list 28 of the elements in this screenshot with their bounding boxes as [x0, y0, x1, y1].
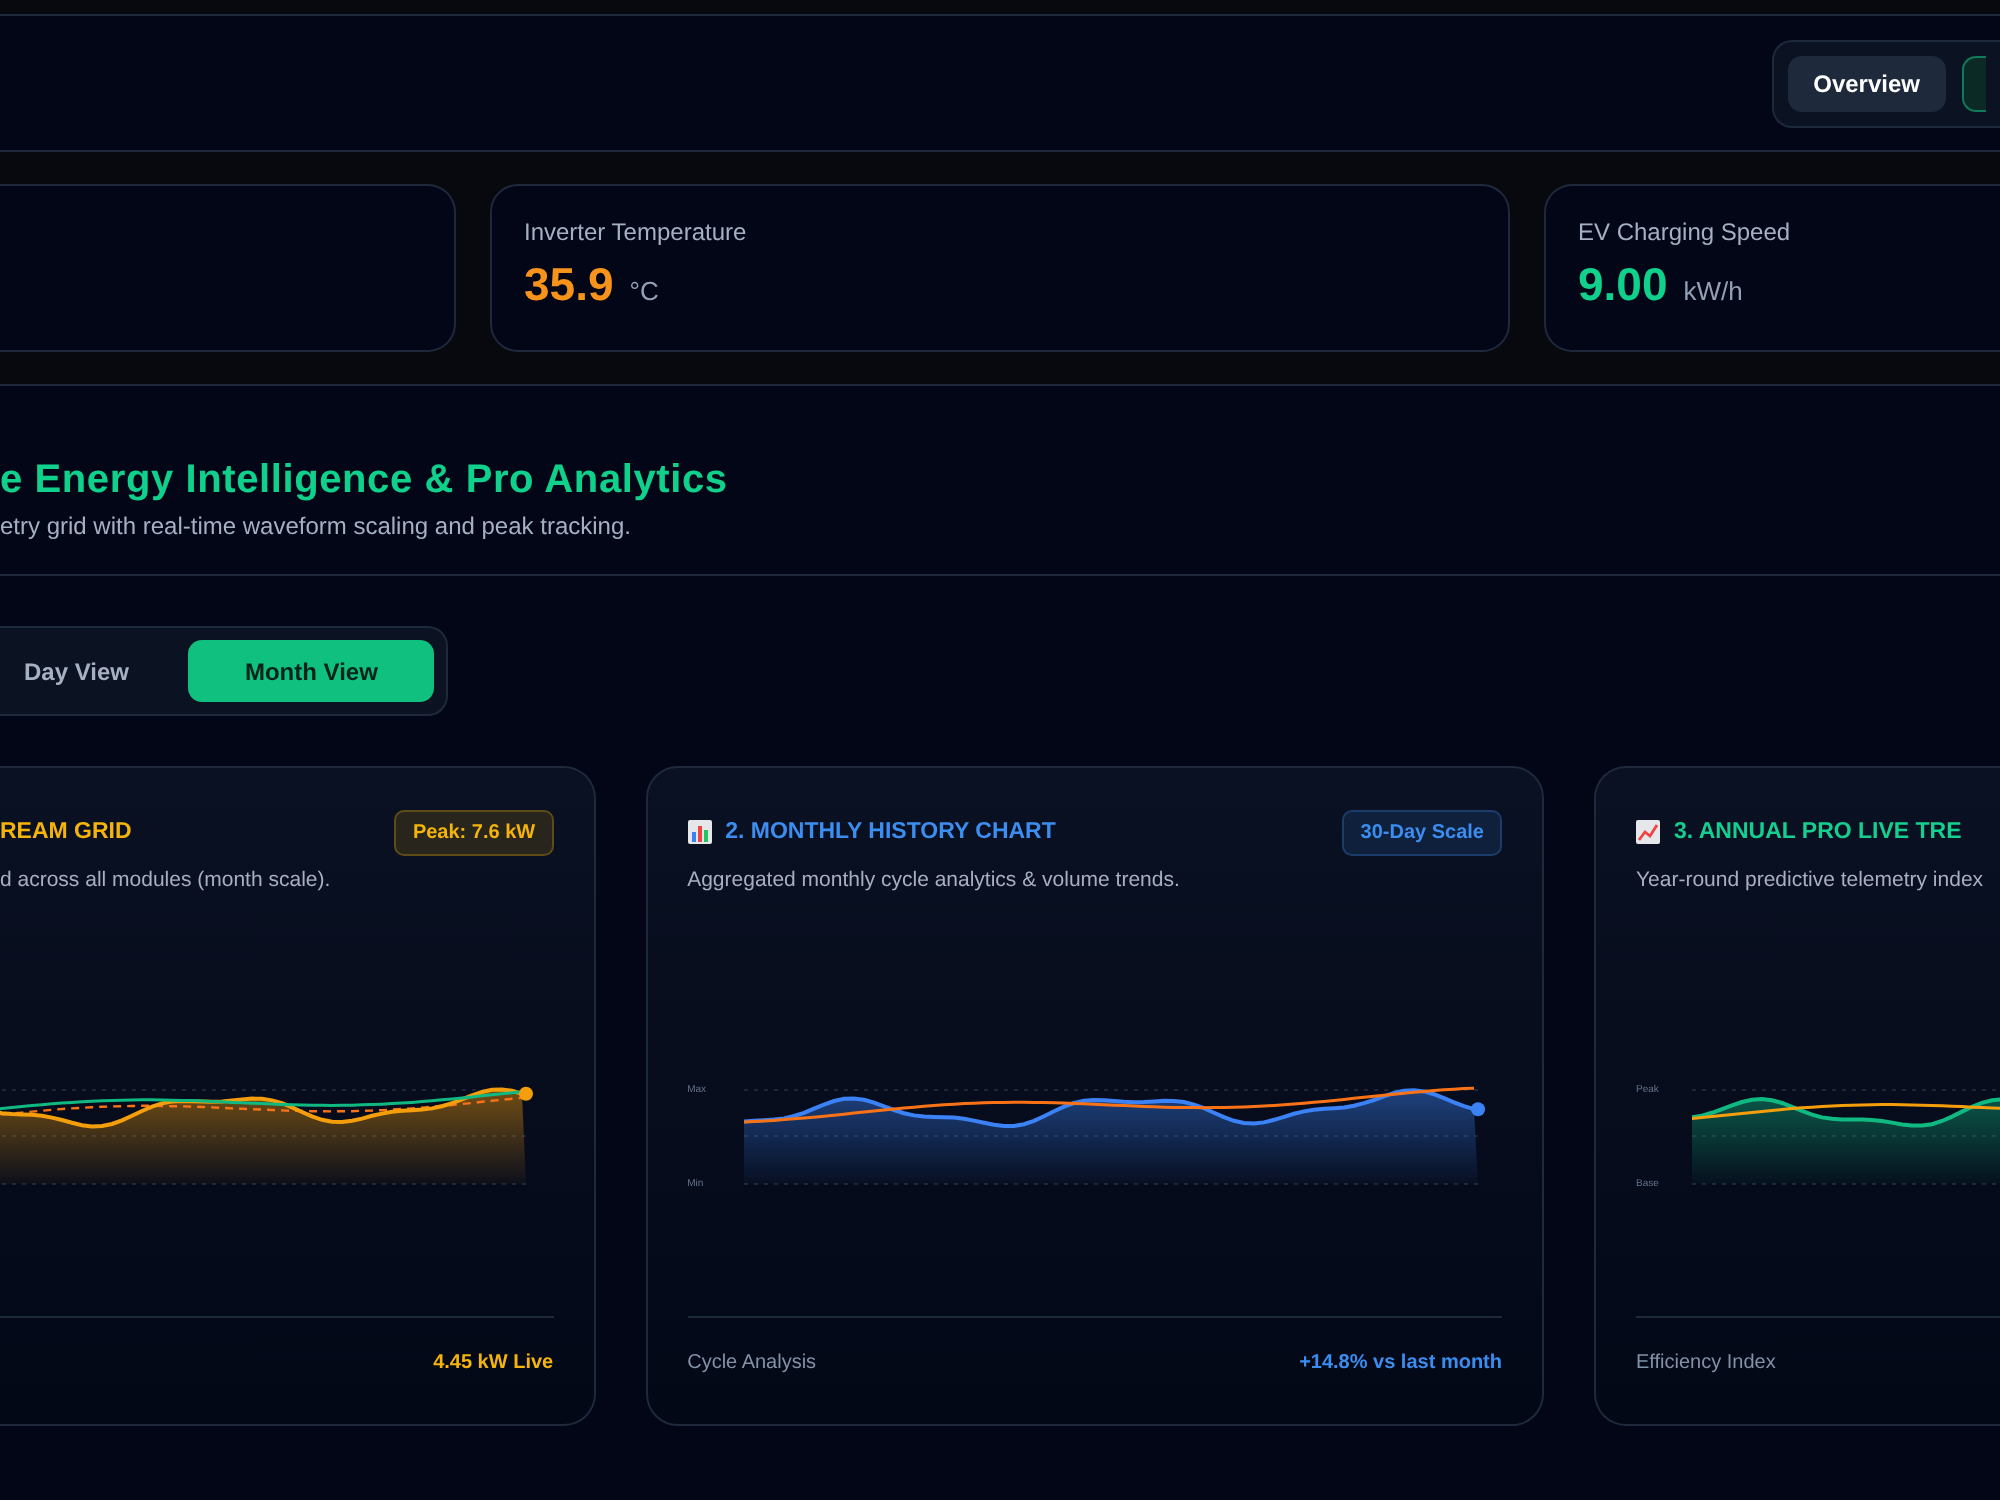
scale-badge: 30-Day Scale: [1342, 809, 1502, 855]
footer-label: Cycle Analysis: [687, 1351, 817, 1373]
end-point-marker: [519, 1086, 533, 1101]
footer-stat: +14.8% vs last month: [1299, 1351, 1502, 1373]
footer-label: Efficiency Index: [1636, 1351, 1776, 1373]
metric-label: Inverter Temperature: [524, 218, 749, 246]
line-chart-icon: [1636, 820, 1660, 844]
view-button[interactable]: Day View: [24, 640, 173, 702]
metric-value: 35.9: [524, 258, 614, 312]
tab[interactable]: Overview: [1787, 55, 1946, 111]
end-point-marker: [1470, 1102, 1485, 1117]
card-description: Year-round predictive telemetry index: [1636, 868, 1986, 892]
bar-chart-icon: [687, 820, 712, 844]
scale-badge: Peak: 7.6 kW: [394, 809, 554, 855]
metric-unit: kW/h: [1683, 276, 1743, 306]
view-button[interactable]: Month View: [188, 640, 434, 702]
metric-label: EV Charging Speed: [1578, 218, 1793, 246]
card-title: 3. ANNUAL PRO LIVE TRE: [1674, 820, 1962, 844]
card-title: REAM GRID: [0, 820, 132, 844]
card-description: Aggregated monthly cycle analytics & volume trends.: [687, 868, 1182, 892]
footer-stat: 4.45 kW Live: [433, 1351, 554, 1373]
card-title: 2. MONTHLY HISTORY CHART: [725, 820, 1056, 844]
section-title: e Energy Intelligence & Pro Analytics: [0, 456, 730, 504]
card-description: d across all modules (month scale).: [0, 868, 333, 892]
tab[interactable]: [1962, 55, 1986, 111]
metric-value: 9.00: [1578, 258, 1668, 312]
metric-unit: °C: [629, 276, 659, 306]
section-subtitle: etry grid with real-time waveform scaling and peak tracking.: [0, 512, 633, 540]
